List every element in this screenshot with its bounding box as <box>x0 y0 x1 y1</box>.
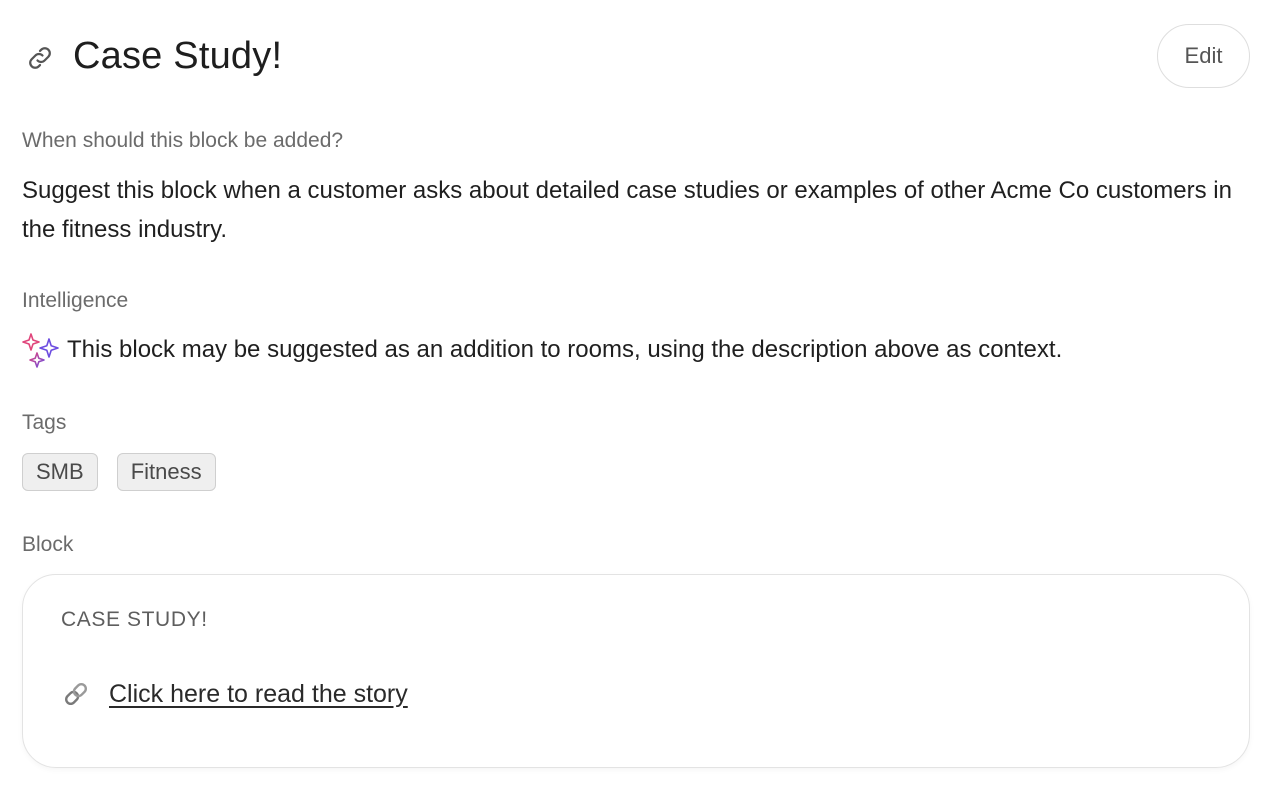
header: Case Study! Edit <box>22 24 1250 88</box>
when-description: Suggest this block when a customer asks … <box>22 177 1232 243</box>
tag-fitness[interactable]: Fitness <box>116 453 216 491</box>
when-label: When should this block be added? <box>22 129 344 152</box>
tag-smb[interactable]: SMB <box>22 453 98 491</box>
block-title: CASE STUDY! <box>61 608 208 631</box>
link-icon <box>25 43 55 73</box>
edit-button[interactable]: Edit <box>1157 24 1250 88</box>
tags-label: Tags <box>22 411 67 434</box>
story-link-row: Click here to read the story <box>61 679 408 709</box>
page-title: Case Study! <box>73 35 283 77</box>
intelligence-row: This block may be suggested as an additi… <box>22 330 1062 370</box>
intelligence-label: Intelligence <box>22 289 129 312</box>
read-story-link[interactable]: Click here to read the story <box>109 680 408 709</box>
chain-link-icon <box>61 679 91 709</box>
tag-list: SMB Fitness <box>22 453 216 491</box>
sparkles-icon <box>22 331 60 369</box>
intelligence-text: This block may be suggested as an additi… <box>67 336 1063 363</box>
block-detail-page: Case Study! Edit When should this block … <box>0 0 1272 788</box>
block-preview-card: CASE STUDY! Click here to read the story <box>22 574 1250 768</box>
block-label: Block <box>22 533 74 556</box>
